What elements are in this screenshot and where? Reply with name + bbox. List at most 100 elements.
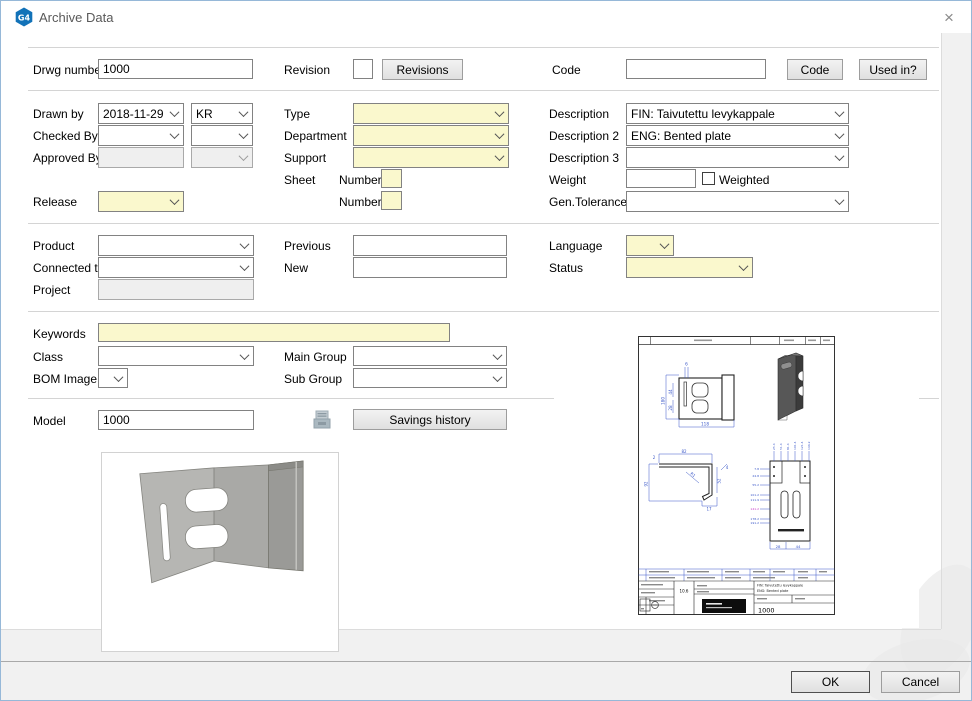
sheet-number-label: Number — [339, 173, 382, 187]
svg-text:118: 118 — [701, 422, 709, 427]
approved-date-field — [98, 147, 184, 168]
support-combo[interactable] — [353, 147, 509, 168]
chevron-down-icon — [493, 372, 503, 382]
checked-date-combo[interactable] — [98, 125, 184, 146]
model-input[interactable]: 1000 — [98, 410, 254, 430]
svg-text:FIN: Taivutettu levykappale: FIN: Taivutettu levykappale — [757, 584, 803, 588]
app-icon: G4 — [14, 7, 34, 27]
bom-image-combo[interactable] — [98, 368, 128, 388]
keywords-label: Keywords — [33, 327, 86, 341]
connected-to-combo[interactable] — [98, 257, 254, 278]
savings-history-button[interactable]: Savings history — [353, 409, 507, 430]
drawing-preview: 180 44 28 118 6 82 2 92 R1 52 — [554, 323, 919, 628]
release-combo[interactable] — [98, 191, 184, 212]
svg-text:G4: G4 — [18, 13, 31, 22]
keywords-input[interactable] — [98, 323, 450, 342]
title-bar: G4 Archive Data × — [1, 1, 971, 33]
weighted-label: Weighted — [719, 173, 769, 187]
bom-image-label: BOM Image — [33, 372, 97, 386]
svg-text:1000: 1000 — [758, 607, 775, 615]
svg-text:82: 82 — [681, 449, 687, 454]
svg-text:24.8: 24.8 — [752, 474, 759, 478]
code-input[interactable] — [626, 59, 766, 79]
drwg-number-input[interactable]: 1000 — [98, 59, 253, 79]
separator — [28, 311, 939, 312]
sheet-label: Sheet — [284, 173, 315, 187]
sheet-number2-input[interactable] — [381, 191, 402, 210]
revision-input[interactable] — [353, 59, 373, 79]
svg-text:180: 180 — [661, 397, 666, 405]
separator — [28, 223, 939, 224]
cancel-button[interactable]: Cancel — [881, 671, 960, 693]
description3-combo[interactable] — [626, 147, 849, 168]
sub-group-combo[interactable] — [353, 368, 507, 388]
drawn-date-combo[interactable]: 2018-11-29 — [98, 103, 184, 124]
checked-initials-combo[interactable] — [191, 125, 253, 146]
used-in-button[interactable]: Used in? — [859, 59, 927, 80]
connected-to-label: Connected to — [33, 261, 104, 275]
svg-text:92: 92 — [644, 481, 649, 487]
chevron-down-icon — [170, 129, 180, 139]
department-combo[interactable] — [353, 125, 509, 146]
release-label: Release — [33, 195, 77, 209]
previous-input[interactable] — [353, 235, 507, 256]
sub-group-label: Sub Group — [284, 372, 342, 386]
chevron-down-icon — [835, 151, 845, 161]
description2-combo[interactable]: ENG: Bented plate — [626, 125, 849, 146]
drawn-by-label: Drawn by — [33, 107, 84, 121]
svg-text:2: 2 — [653, 455, 656, 460]
chevron-down-icon — [170, 107, 180, 117]
ok-button[interactable]: OK — [791, 671, 870, 693]
main-group-combo[interactable] — [353, 346, 507, 366]
status-combo[interactable] — [626, 257, 753, 278]
type-label: Type — [284, 107, 310, 121]
svg-text:111.9: 111.9 — [750, 498, 759, 502]
project-field — [98, 279, 254, 300]
description-label: Description — [549, 107, 609, 121]
printer-icon — [311, 409, 333, 431]
type-combo[interactable] — [353, 103, 509, 124]
language-label: Language — [549, 239, 602, 253]
description-combo[interactable]: FIN: Taivutettu levykappale — [626, 103, 849, 124]
svg-text:7.8: 7.8 — [754, 467, 759, 471]
class-combo[interactable] — [98, 346, 254, 366]
weighted-checkbox[interactable] — [702, 172, 715, 185]
revisions-button[interactable]: Revisions — [382, 59, 463, 80]
weight-label: Weight — [549, 173, 586, 187]
approved-initials-combo — [191, 147, 253, 168]
weight-input[interactable] — [626, 169, 696, 188]
svg-text:44: 44 — [796, 544, 801, 549]
close-icon[interactable]: × — [939, 8, 959, 28]
chevron-down-icon — [239, 107, 249, 117]
gen-tolerances-combo[interactable] — [626, 191, 849, 212]
chevron-down-icon — [240, 261, 250, 271]
gen-tolerances-label: Gen.Tolerances — [549, 195, 633, 209]
svg-text:121.4: 121.4 — [800, 441, 804, 450]
new-input[interactable] — [353, 257, 507, 278]
chevron-down-icon — [660, 239, 670, 249]
chevron-down-icon — [495, 129, 505, 139]
code-button[interactable]: Code — [787, 59, 843, 80]
svg-text:146.2: 146.2 — [807, 441, 811, 450]
chevron-down-icon — [240, 350, 250, 360]
svg-text:10.6: 10.6 — [680, 589, 689, 594]
department-label: Department — [284, 129, 347, 143]
chevron-down-icon — [239, 129, 249, 139]
svg-text:191.2: 191.2 — [750, 521, 759, 525]
archive-data-dialog: G4 Archive Data × Drwg number 1000 Revis… — [0, 0, 972, 701]
language-combo[interactable] — [626, 235, 674, 256]
model-3d-preview — [102, 453, 338, 651]
svg-text:101.2: 101.2 — [750, 493, 759, 497]
product-combo[interactable] — [98, 235, 254, 256]
svg-text:4: 4 — [726, 465, 729, 470]
sheet-number2-label: Number — [339, 195, 382, 209]
svg-text:141.2: 141.2 — [750, 507, 759, 511]
approved-by-label: Approved By — [33, 151, 102, 165]
svg-text:44: 44 — [668, 389, 673, 395]
drawn-initials-combo[interactable]: KR — [191, 103, 253, 124]
model-label: Model — [33, 414, 66, 428]
drawn-initials-value: KR — [196, 107, 213, 121]
model-preview-panel — [101, 452, 339, 652]
chevron-down-icon — [240, 239, 250, 249]
sheet-number-input[interactable] — [381, 169, 402, 188]
